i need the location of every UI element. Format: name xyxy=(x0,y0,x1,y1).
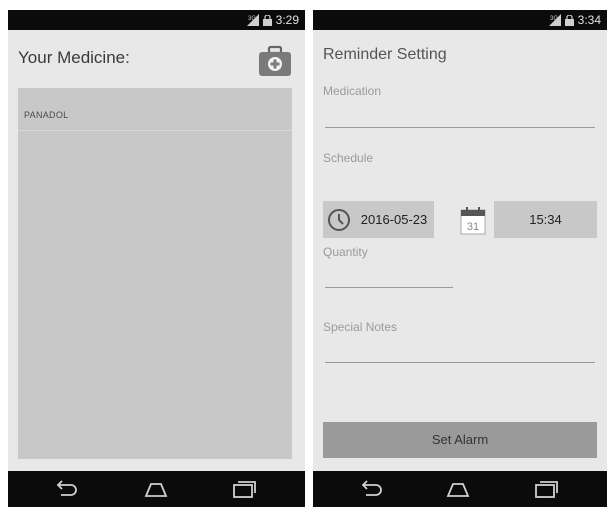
lock-icon xyxy=(564,14,574,26)
back-icon[interactable] xyxy=(358,479,384,499)
navigation-bar xyxy=(8,471,305,507)
medicine-list-screen: 3G 3:29 Your Medicine: PANADOL xyxy=(8,10,305,507)
medical-kit-icon[interactable] xyxy=(257,43,293,79)
signal-icon: 3G xyxy=(548,14,561,26)
status-time: 3:29 xyxy=(275,13,299,27)
calendar-icon: 31 xyxy=(460,206,486,234)
svg-text:3G: 3G xyxy=(550,16,558,22)
special-notes-field[interactable] xyxy=(325,344,595,362)
time-display[interactable]: 15:34 xyxy=(494,201,597,238)
recents-icon[interactable] xyxy=(533,479,559,499)
medication-field[interactable] xyxy=(325,108,595,126)
status-time: 3:34 xyxy=(577,13,601,27)
recents-icon[interactable] xyxy=(231,479,257,499)
signal-icon: 3G xyxy=(246,14,259,26)
quantity-label: Quantity xyxy=(323,245,368,259)
back-icon[interactable] xyxy=(53,479,79,499)
page-title: Reminder Setting xyxy=(323,46,447,63)
page-title: Your Medicine: xyxy=(18,48,130,67)
reminder-setting-screen: 3G 3:34 Reminder Setting Medication Sche… xyxy=(313,10,607,507)
time-picker-button[interactable] xyxy=(323,201,354,238)
clock-icon xyxy=(327,208,350,231)
lock-icon xyxy=(262,14,272,26)
set-alarm-button[interactable]: Set Alarm xyxy=(323,422,597,458)
home-icon[interactable] xyxy=(143,479,169,499)
medicine-list: PANADOL xyxy=(18,88,292,459)
special-notes-label: Special Notes xyxy=(323,320,398,334)
calendar-day: 31 xyxy=(467,221,479,233)
navigation-bar xyxy=(313,471,607,507)
medication-underline xyxy=(325,127,595,128)
quantity-underline xyxy=(325,287,453,288)
status-bar: 3G 3:29 xyxy=(8,10,305,30)
schedule-label: Schedule xyxy=(323,151,374,165)
date-display[interactable]: 2016-05-23 xyxy=(354,201,434,238)
status-bar: 3G 3:34 xyxy=(313,10,607,30)
home-icon[interactable] xyxy=(445,479,471,499)
medication-label: Medication xyxy=(323,84,382,98)
special-notes-underline xyxy=(325,362,595,363)
svg-text:3G: 3G xyxy=(248,16,256,22)
quantity-field[interactable] xyxy=(325,269,453,287)
list-item[interactable]: PANADOL xyxy=(18,88,292,131)
date-picker-button[interactable]: 31 xyxy=(456,201,490,238)
